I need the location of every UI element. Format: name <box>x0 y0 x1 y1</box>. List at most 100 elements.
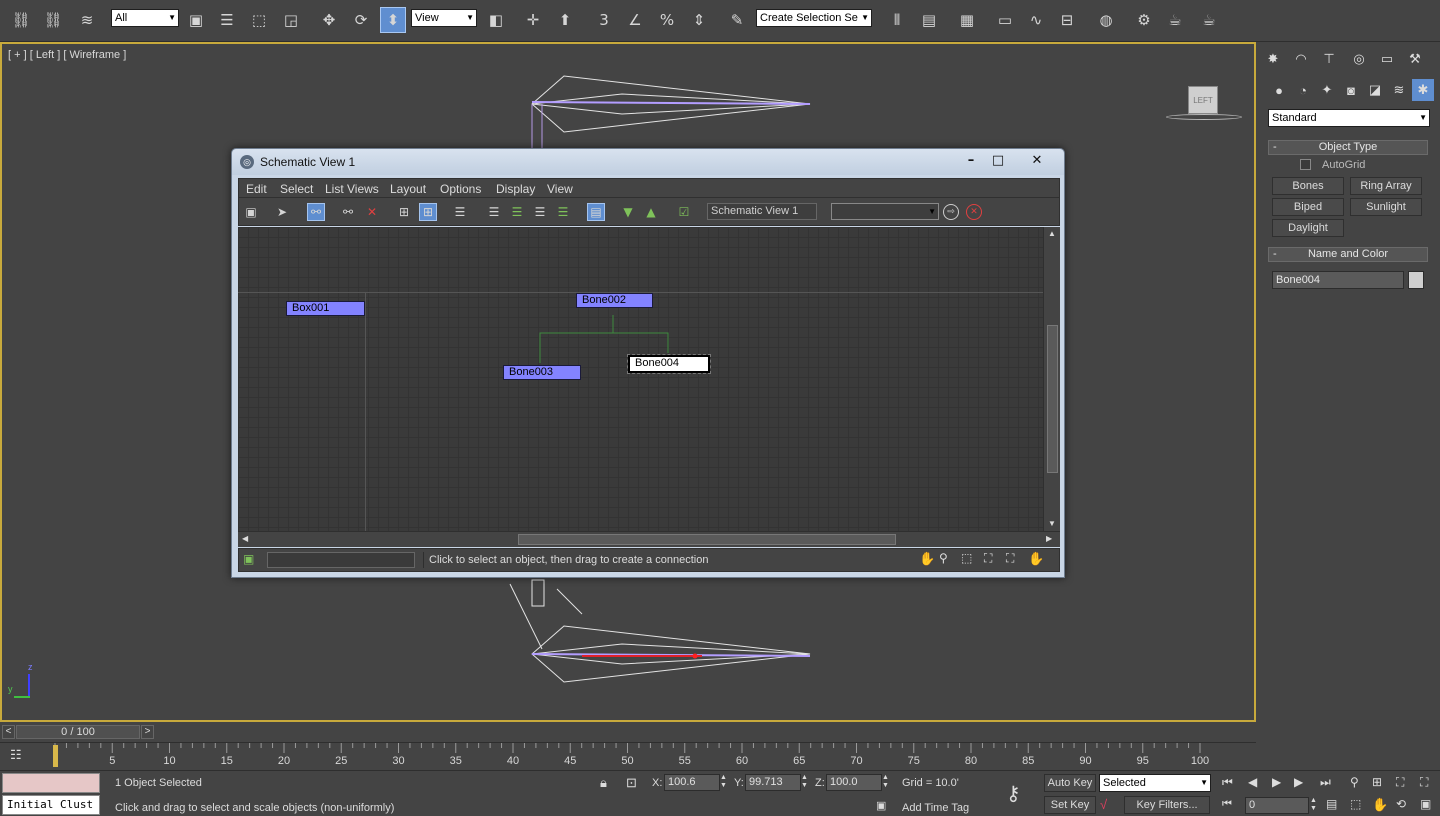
vscroll-thumb[interactable] <box>1047 325 1058 473</box>
set-key-button[interactable]: Set Key <box>1044 796 1096 814</box>
reference-coordinate-dropdown[interactable]: View <box>411 9 477 27</box>
maximize-viewport-icon[interactable]: ▣ <box>1420 797 1431 811</box>
field-of-view-icon[interactable]: ⬚ <box>1350 797 1361 811</box>
previous-frame-icon[interactable]: ◀ <box>1248 775 1257 789</box>
menu-view[interactable]: View <box>547 182 573 196</box>
object-color-swatch[interactable] <box>1408 271 1424 289</box>
bones-button[interactable]: Bones <box>1272 177 1344 195</box>
snaps-toggle-icon[interactable]: 3 <box>591 7 617 33</box>
percent-snap-icon[interactable]: % <box>654 7 680 33</box>
zoom-extents-icon[interactable]: ⛶ <box>1396 775 1404 790</box>
key-mode-toggle-icon[interactable]: ⏮ <box>1222 798 1232 811</box>
create-tab-icon[interactable]: ✸ <box>1262 48 1284 70</box>
render-setup-icon[interactable]: ⚙ <box>1131 7 1157 33</box>
node-bone002[interactable]: Bone002 <box>576 293 653 308</box>
default-in-out-tangent-icon[interactable]: √ <box>1100 797 1107 812</box>
motion-tab-icon[interactable]: ◎ <box>1348 48 1370 70</box>
lock-selection-icon[interactable]: 🔒︎ <box>600 775 607 791</box>
close-icon[interactable]: ✕ <box>1022 151 1052 169</box>
x-coordinate-field[interactable]: 100.6 <box>664 774 720 791</box>
shapes-icon[interactable]: ◔ <box>1292 79 1314 101</box>
node-box001[interactable]: Box001 <box>286 301 365 316</box>
unlink-icon[interactable]: ⛓ <box>40 7 66 33</box>
maxscript-listener-pink[interactable] <box>2 773 100 793</box>
z-spinner[interactable]: ▲ ▼ <box>882 774 892 791</box>
menu-list-views[interactable]: List Views <box>325 182 379 196</box>
zoom-extents-all-icon[interactable]: ⛶ <box>1420 775 1428 790</box>
pivot-center-icon[interactable]: ◧ <box>483 7 509 33</box>
connect-icon[interactable]: ⚯ <box>307 203 325 221</box>
select-object-icon[interactable]: ▣ <box>183 7 209 33</box>
sunlight-button[interactable]: Sunlight <box>1350 198 1422 216</box>
window-crossing-icon[interactable]: ◲ <box>278 7 304 33</box>
frame-spinner[interactable]: ▲ ▼ <box>1310 797 1320 814</box>
category-dropdown[interactable]: Standard <box>1268 109 1430 127</box>
menu-layout[interactable]: Layout <box>390 182 426 196</box>
selection-filter-dropdown[interactable]: All <box>111 9 179 27</box>
arrange-selected-icon[interactable]: ☰ <box>508 203 526 221</box>
zoom-viewport-icon[interactable]: ⚲ <box>1350 775 1359 789</box>
key-icon[interactable]: ⚷ <box>1006 781 1021 806</box>
zoom-extents-selected-icon[interactable]: ⛶ <box>1006 551 1014 566</box>
y-coordinate-field[interactable]: 99.713 <box>745 774 801 791</box>
references-mode-icon[interactable]: ⊞ <box>419 203 437 221</box>
delete-view-icon[interactable]: ✕ <box>966 204 982 220</box>
scroll-down-icon[interactable]: ▼ <box>1048 519 1056 528</box>
spinner-snap-icon[interactable]: ⇕ <box>686 7 712 33</box>
object-name-field[interactable]: Bone004 <box>1272 271 1404 289</box>
time-tag-icon[interactable]: ▣ <box>876 799 886 812</box>
pan-view-icon[interactable]: ✋ <box>1372 797 1388 813</box>
edit-named-selection-icon[interactable]: ✎ <box>724 7 750 33</box>
select-arrow-icon[interactable]: ➤ <box>273 203 291 221</box>
current-frame-field[interactable]: 0 <box>1245 797 1309 814</box>
free-all-icon[interactable]: ☰ <box>531 203 549 221</box>
minimize-icon[interactable]: – <box>958 151 984 169</box>
maxscript-input[interactable]: Initial Clust <box>2 795 100 815</box>
arrange-children-icon[interactable]: ☰ <box>485 203 503 221</box>
go-view-icon[interactable]: ⇨ <box>943 204 959 220</box>
zoom-icon[interactable]: ⚲ <box>939 551 948 565</box>
angle-snap-icon[interactable]: ∠ <box>622 7 648 33</box>
scroll-up-icon[interactable]: ▲ <box>1048 229 1056 238</box>
helpers-icon[interactable]: ◪ <box>1364 79 1386 101</box>
schematic-search-field[interactable] <box>267 552 415 568</box>
time-configuration-icon[interactable]: ▤ <box>1326 797 1337 811</box>
rectangular-selection-icon[interactable]: ⬚ <box>246 7 272 33</box>
zoom-all-icon[interactable]: ⊞ <box>1372 775 1382 789</box>
hierarchy-tab-icon[interactable]: ⊤ <box>1318 48 1340 70</box>
viewcube-ring[interactable] <box>1166 114 1242 120</box>
toggle-visibility-icon[interactable]: ▤ <box>587 203 605 221</box>
time-next-button[interactable]: > <box>141 725 154 739</box>
menu-options[interactable]: Options <box>440 182 481 196</box>
select-by-name-icon[interactable]: ☰ <box>214 7 240 33</box>
scroll-right-icon[interactable]: ▶ <box>1046 534 1052 543</box>
preferences-icon[interactable]: ☑ <box>675 203 693 221</box>
menu-select[interactable]: Select <box>280 182 313 196</box>
time-slider[interactable]: < 0 / 100 > <box>0 723 1256 741</box>
pan-to-selected-icon[interactable]: ✋ <box>1028 551 1044 567</box>
zoom-extents-icon[interactable]: ⛶ <box>984 551 992 566</box>
name-color-rollout[interactable]: - Name and Color <box>1268 247 1428 262</box>
move-icon[interactable]: ✥ <box>316 7 342 33</box>
collapse-selected-icon[interactable]: ▲ <box>642 203 660 221</box>
maximize-icon[interactable]: □ <box>985 151 1011 169</box>
absolute-mode-icon[interactable]: ⊡ <box>626 775 637 791</box>
geometry-icon[interactable]: ● <box>1268 79 1290 101</box>
free-selected-icon[interactable]: ☰ <box>554 203 572 221</box>
bind-to-space-warp-icon[interactable]: ≋ <box>74 7 100 33</box>
cameras-icon[interactable]: ◙ <box>1340 79 1362 101</box>
utilities-tab-icon[interactable]: ⚒ <box>1404 48 1426 70</box>
render-production-icon[interactable]: ☕ <box>1196 7 1222 33</box>
expand-selected-icon[interactable]: ▼ <box>619 203 637 221</box>
play-icon[interactable]: ▶ <box>1272 775 1281 789</box>
schematic-title-bar[interactable]: ◎ Schematic View 1 – □ ✕ <box>232 149 1064 175</box>
biped-button[interactable]: Biped <box>1272 198 1344 216</box>
add-time-tag-button[interactable]: Add Time Tag <box>902 802 969 814</box>
named-selection-dropdown[interactable]: Create Selection Se <box>756 9 872 27</box>
auto-key-button[interactable]: Auto Key <box>1044 774 1096 792</box>
go-to-start-icon[interactable]: ⏮ <box>1222 775 1233 790</box>
time-cursor[interactable] <box>53 745 58 767</box>
delete-objects-icon[interactable]: ✕ <box>363 203 381 221</box>
daylight-button[interactable]: Daylight <box>1272 219 1344 237</box>
object-type-rollout[interactable]: - Object Type <box>1268 140 1428 155</box>
